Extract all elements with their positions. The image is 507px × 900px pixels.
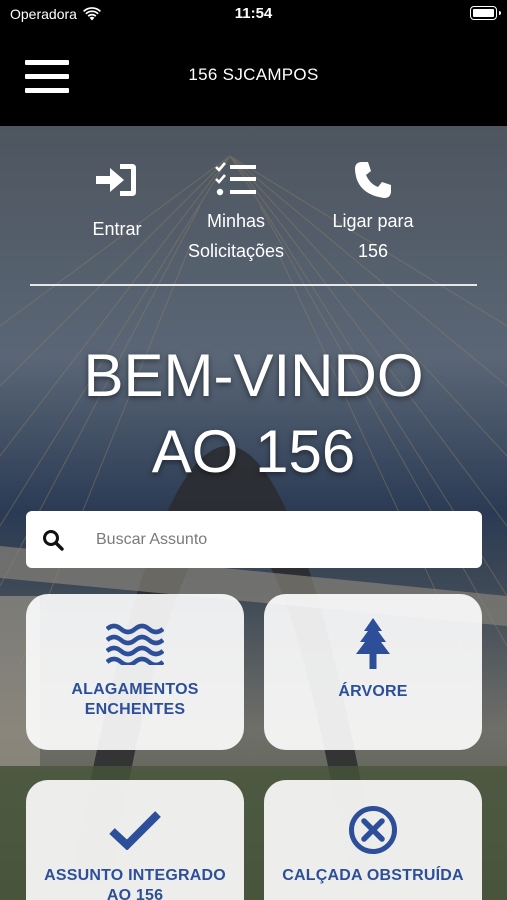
status-time: 11:54 (234, 5, 273, 22)
card-assunto-line2: AO 156 (106, 887, 164, 900)
ligar-label-line2: 156 (357, 241, 389, 261)
main-content: Entrar Minhas Solicitações Ligar para 15… (0, 126, 507, 900)
nav-title: 156 SJCAMPOS (188, 65, 319, 84)
quick-actions: Entrar Minhas Solicitações Ligar para 15… (0, 126, 507, 286)
status-bar: Operadora 11:54 (0, 0, 507, 28)
card-assunto-line1: ASSUNTO INTEGRADO (44, 867, 226, 884)
ligar-156-button[interactable]: Ligar para 156 (303, 160, 443, 266)
battery-icon (470, 6, 501, 20)
ligar-label-line1: Ligar para (332, 211, 414, 231)
search-bar (26, 511, 482, 568)
waves-icon (106, 623, 164, 665)
card-arvore[interactable]: ÁRVORE (264, 594, 482, 750)
minhas-label-line2: Solicitações (187, 241, 285, 261)
nav-bar: 156 SJCAMPOS (0, 28, 507, 126)
card-calcada-line1: CALÇADA OBSTRUÍDA (282, 867, 464, 884)
sign-in-icon (96, 164, 136, 196)
welcome-heading: BEM-VINDO AO 156 (0, 338, 507, 490)
card-calcada-obstruida[interactable]: CALÇADA OBSTRUÍDA (264, 780, 482, 900)
card-alagamentos-line2: ENCHENTES (84, 701, 186, 718)
card-arvore-line1: ÁRVORE (338, 683, 408, 700)
card-alagamentos-line1: ALAGAMENTOS (71, 681, 199, 698)
checklist-icon (215, 162, 256, 196)
welcome-line2: AO 156 (151, 418, 356, 485)
welcome-line1: BEM-VINDO (83, 342, 424, 409)
card-alagamentos[interactable]: ALAGAMENTOS ENCHENTES (26, 594, 244, 750)
phone-icon (355, 162, 391, 198)
card-assunto-integrado[interactable]: ASSUNTO INTEGRADO AO 156 (26, 780, 244, 900)
search-icon (28, 511, 78, 568)
minhas-label-line1: Minhas (206, 211, 266, 231)
x-circle-icon (349, 806, 397, 854)
divider (30, 284, 477, 286)
tree-icon (356, 618, 390, 669)
minhas-solicitacoes-button[interactable]: Minhas Solicitações (166, 160, 306, 266)
checkmark-icon (109, 811, 161, 850)
search-input[interactable] (96, 530, 456, 549)
